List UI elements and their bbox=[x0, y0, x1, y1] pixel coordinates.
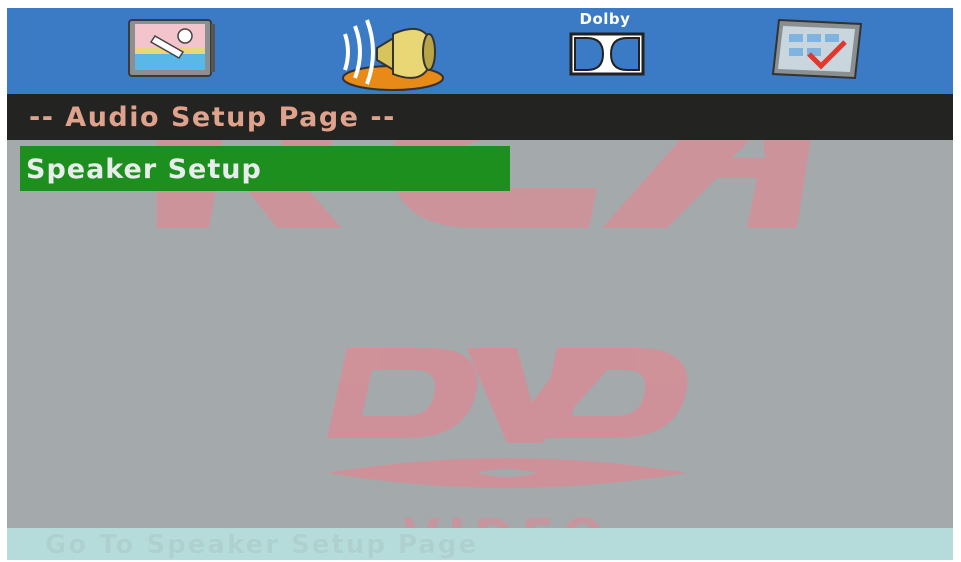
setup-tab-bar: Dolby bbox=[7, 8, 953, 94]
speaker-icon[interactable] bbox=[337, 12, 445, 92]
status-bar: Go To Speaker Setup Page bbox=[7, 528, 953, 560]
menu-item-label: Speaker Setup bbox=[26, 154, 262, 185]
menu-item-speaker-setup[interactable]: Speaker Setup bbox=[20, 146, 510, 191]
checklist-icon[interactable] bbox=[769, 14, 867, 84]
dolby-icon[interactable]: Dolby bbox=[563, 10, 647, 86]
page-title: -- Audio Setup Page -- bbox=[29, 102, 396, 133]
page-title-bar: -- Audio Setup Page -- bbox=[7, 94, 953, 140]
dvd-setup-screen: VIDEO bbox=[7, 8, 953, 560]
status-help-text: Go To Speaker Setup Page bbox=[45, 530, 479, 560]
monitor-wrench-icon[interactable] bbox=[125, 14, 217, 80]
dolby-label: Dolby bbox=[579, 10, 631, 28]
